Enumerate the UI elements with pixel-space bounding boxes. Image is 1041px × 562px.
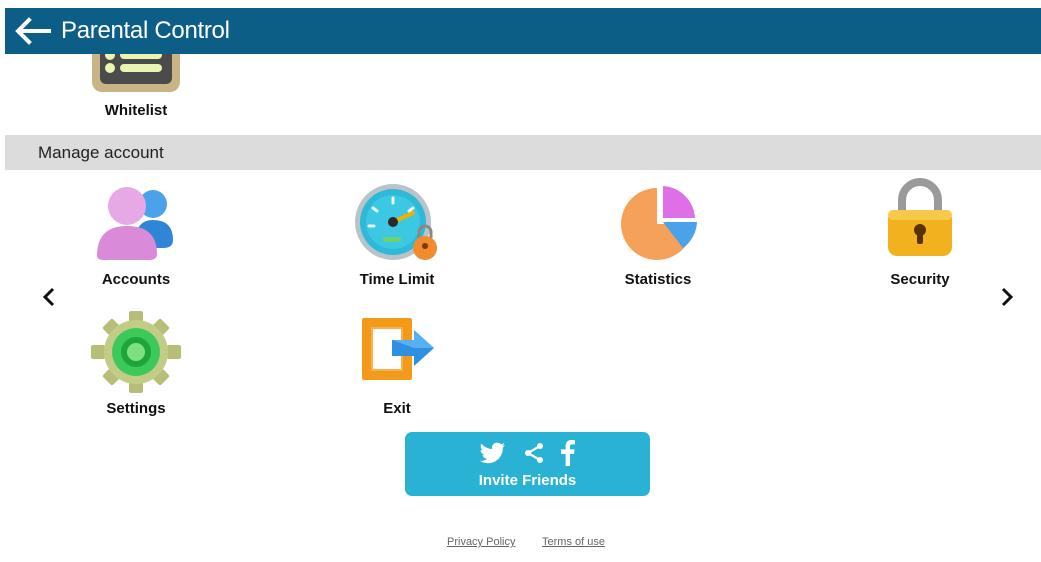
page-title: Parental Control xyxy=(61,17,230,44)
security-icon xyxy=(888,178,952,256)
tile-label: Accounts xyxy=(101,271,171,288)
whitelist-icon xyxy=(92,54,180,92)
privacy-policy-link[interactable]: Privacy Policy xyxy=(447,536,515,548)
invite-friends-button[interactable]: Invite Friends xyxy=(405,432,650,496)
exit-icon xyxy=(362,318,434,380)
tile-settings[interactable]: Settings xyxy=(56,310,216,420)
invite-friends-label: Invite Friends xyxy=(478,472,577,489)
tile-label: Settings xyxy=(106,400,166,417)
facebook-icon xyxy=(560,440,575,471)
tile-label: Exit xyxy=(383,400,411,417)
tile-whitelist[interactable]: Whitelist xyxy=(56,54,216,124)
twitter-icon xyxy=(480,442,506,469)
tile-label: Security xyxy=(890,271,950,288)
tile-exit[interactable]: Exit xyxy=(317,314,477,420)
accounts-icon xyxy=(97,187,173,260)
main-content: Whitelist Manage account Accounts Time L… xyxy=(5,54,1041,562)
tile-label: Time Limit xyxy=(359,271,435,288)
tile-label: Statistics xyxy=(624,271,692,288)
time-limit-icon xyxy=(355,184,437,260)
tile-label: Whitelist xyxy=(104,102,168,119)
top-app-bar: Parental Control xyxy=(5,8,1041,54)
invite-icons xyxy=(405,440,650,466)
back-arrow-icon xyxy=(15,17,51,45)
share-icon xyxy=(523,442,545,469)
terms-of-use-link[interactable]: Terms of use xyxy=(542,536,605,548)
back-button[interactable] xyxy=(13,17,53,45)
tile-accounts[interactable]: Accounts xyxy=(56,182,216,292)
section-header-manage-account: Manage account xyxy=(5,135,1041,170)
tile-security[interactable]: Security xyxy=(840,178,1000,292)
tile-time-limit[interactable]: Time Limit xyxy=(317,182,477,292)
settings-icon xyxy=(91,311,181,393)
statistics-icon xyxy=(621,186,697,260)
tile-statistics[interactable]: Statistics xyxy=(578,182,738,292)
